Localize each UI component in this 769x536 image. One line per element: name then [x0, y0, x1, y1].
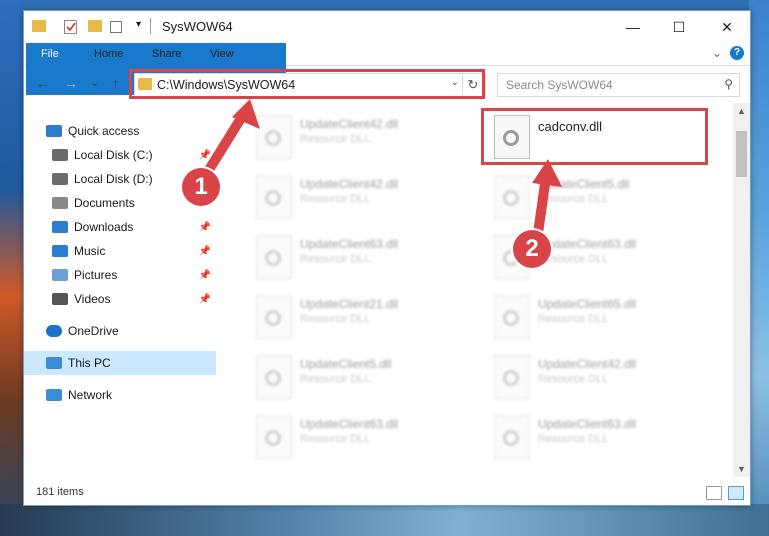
desktop-background-left	[0, 0, 24, 536]
explorer-window: ▾ SysWOW64 — ☐ ✕ File Home Share View ⌄ …	[23, 10, 751, 506]
step-badge-1: 1	[182, 168, 220, 206]
desktop-background-right	[749, 0, 769, 536]
annotation-arrow-1	[202, 99, 562, 238]
desktop-background-bottom	[0, 504, 769, 536]
step-badge-2: 2	[513, 230, 551, 268]
